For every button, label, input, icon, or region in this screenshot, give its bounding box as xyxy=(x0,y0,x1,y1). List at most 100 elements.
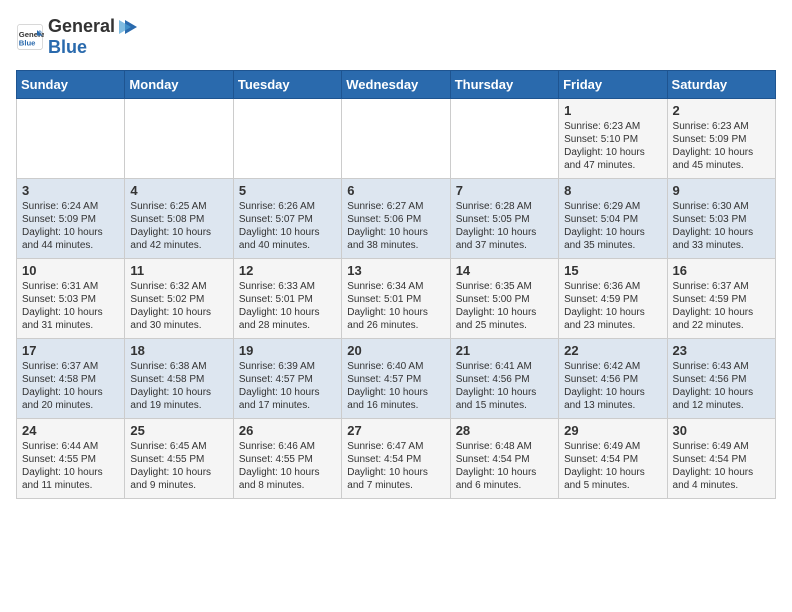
calendar-cell: 21Sunrise: 6:41 AMSunset: 4:56 PMDayligh… xyxy=(450,339,558,419)
day-info: Daylight: 10 hours and 25 minutes. xyxy=(456,306,553,332)
calendar-week-4: 17Sunrise: 6:37 AMSunset: 4:58 PMDayligh… xyxy=(17,339,776,419)
weekday-header-thursday: Thursday xyxy=(450,71,558,99)
day-info: Sunrise: 6:31 AM xyxy=(22,280,119,293)
day-info: Sunset: 4:54 PM xyxy=(564,453,661,466)
day-info: Daylight: 10 hours and 42 minutes. xyxy=(130,226,227,252)
weekday-header-tuesday: Tuesday xyxy=(233,71,341,99)
day-info: Sunset: 4:55 PM xyxy=(22,453,119,466)
day-number: 28 xyxy=(456,423,553,438)
day-number: 20 xyxy=(347,343,444,358)
calendar-cell xyxy=(450,99,558,179)
logo-blue: Blue xyxy=(48,37,87,57)
day-info: Daylight: 10 hours and 22 minutes. xyxy=(673,306,770,332)
day-info: Sunrise: 6:48 AM xyxy=(456,440,553,453)
calendar-week-3: 10Sunrise: 6:31 AMSunset: 5:03 PMDayligh… xyxy=(17,259,776,339)
day-number: 15 xyxy=(564,263,661,278)
day-info: Daylight: 10 hours and 44 minutes. xyxy=(22,226,119,252)
day-number: 22 xyxy=(564,343,661,358)
day-info: Sunrise: 6:29 AM xyxy=(564,200,661,213)
day-info: Sunset: 5:03 PM xyxy=(673,213,770,226)
calendar-cell: 4Sunrise: 6:25 AMSunset: 5:08 PMDaylight… xyxy=(125,179,233,259)
logo: General Blue General Blue xyxy=(16,16,139,58)
calendar-week-5: 24Sunrise: 6:44 AMSunset: 4:55 PMDayligh… xyxy=(17,419,776,499)
day-info: Daylight: 10 hours and 15 minutes. xyxy=(456,386,553,412)
day-info: Sunset: 5:05 PM xyxy=(456,213,553,226)
day-info: Sunset: 4:54 PM xyxy=(456,453,553,466)
day-info: Sunset: 5:06 PM xyxy=(347,213,444,226)
day-info: Daylight: 10 hours and 31 minutes. xyxy=(22,306,119,332)
day-info: Sunrise: 6:23 AM xyxy=(564,120,661,133)
day-info: Sunset: 5:10 PM xyxy=(564,133,661,146)
day-info: Daylight: 10 hours and 12 minutes. xyxy=(673,386,770,412)
day-info: Sunrise: 6:39 AM xyxy=(239,360,336,373)
logo-arrow-icon xyxy=(117,16,139,38)
day-info: Sunrise: 6:44 AM xyxy=(22,440,119,453)
day-number: 7 xyxy=(456,183,553,198)
calendar-cell: 29Sunrise: 6:49 AMSunset: 4:54 PMDayligh… xyxy=(559,419,667,499)
day-info: Sunset: 5:09 PM xyxy=(22,213,119,226)
calendar-cell: 3Sunrise: 6:24 AMSunset: 5:09 PMDaylight… xyxy=(17,179,125,259)
calendar-cell: 7Sunrise: 6:28 AMSunset: 5:05 PMDaylight… xyxy=(450,179,558,259)
day-info: Daylight: 10 hours and 9 minutes. xyxy=(130,466,227,492)
day-number: 11 xyxy=(130,263,227,278)
calendar-cell: 30Sunrise: 6:49 AMSunset: 4:54 PMDayligh… xyxy=(667,419,775,499)
svg-text:Blue: Blue xyxy=(19,38,36,47)
day-number: 24 xyxy=(22,423,119,438)
day-info: Sunrise: 6:45 AM xyxy=(130,440,227,453)
calendar-cell xyxy=(125,99,233,179)
day-number: 30 xyxy=(673,423,770,438)
day-info: Sunset: 4:59 PM xyxy=(564,293,661,306)
day-info: Daylight: 10 hours and 28 minutes. xyxy=(239,306,336,332)
calendar-cell: 28 Sunrise: 6:48 AMSunset: 4:54 PMDayligh… xyxy=(450,419,558,499)
day-info: Sunset: 5:02 PM xyxy=(130,293,227,306)
day-info: Daylight: 10 hours and 33 minutes. xyxy=(673,226,770,252)
day-info: Sunrise: 6:47 AM xyxy=(347,440,444,453)
day-info: Daylight: 10 hours and 6 minutes. xyxy=(456,466,553,492)
day-info: Sunrise: 6:32 AM xyxy=(130,280,227,293)
day-info: Daylight: 10 hours and 4 minutes. xyxy=(673,466,770,492)
day-info: Sunrise: 6:42 AM xyxy=(564,360,661,373)
calendar-cell: 12Sunrise: 6:33 AMSunset: 5:01 PMDayligh… xyxy=(233,259,341,339)
day-info: Sunrise: 6:38 AM xyxy=(130,360,227,373)
calendar-cell: 24Sunrise: 6:44 AMSunset: 4:55 PMDayligh… xyxy=(17,419,125,499)
day-info: Sunset: 4:55 PM xyxy=(239,453,336,466)
calendar-cell: 16Sunrise: 6:37 AMSunset: 4:59 PMDayligh… xyxy=(667,259,775,339)
day-number: 6 xyxy=(347,183,444,198)
calendar-cell: 2Sunrise: 6:23 AMSunset: 5:09 PMDaylight… xyxy=(667,99,775,179)
day-number: 12 xyxy=(239,263,336,278)
calendar-cell: 1Sunrise: 6:23 AMSunset: 5:10 PMDaylight… xyxy=(559,99,667,179)
calendar-week-2: 3Sunrise: 6:24 AMSunset: 5:09 PMDaylight… xyxy=(17,179,776,259)
weekday-header-monday: Monday xyxy=(125,71,233,99)
day-number: 25 xyxy=(130,423,227,438)
day-number: 10 xyxy=(22,263,119,278)
calendar-cell: 11Sunrise: 6:32 AMSunset: 5:02 PMDayligh… xyxy=(125,259,233,339)
day-info: Daylight: 10 hours and 23 minutes. xyxy=(564,306,661,332)
day-number: 5 xyxy=(239,183,336,198)
weekday-header-saturday: Saturday xyxy=(667,71,775,99)
day-info: Daylight: 10 hours and 5 minutes. xyxy=(564,466,661,492)
day-number: 29 xyxy=(564,423,661,438)
day-number: 17 xyxy=(22,343,119,358)
day-info: Sunrise: 6:34 AM xyxy=(347,280,444,293)
day-info: Daylight: 10 hours and 20 minutes. xyxy=(22,386,119,412)
day-info: Sunset: 4:55 PM xyxy=(130,453,227,466)
calendar-cell: 23Sunrise: 6:43 AMSunset: 4:56 PMDayligh… xyxy=(667,339,775,419)
day-number: 2 xyxy=(673,103,770,118)
page-header: General Blue General Blue xyxy=(16,16,776,58)
day-number: 23 xyxy=(673,343,770,358)
day-info: Sunset: 4:56 PM xyxy=(564,373,661,386)
calendar-cell: 14Sunrise: 6:35 AMSunset: 5:00 PMDayligh… xyxy=(450,259,558,339)
day-info: Daylight: 10 hours and 26 minutes. xyxy=(347,306,444,332)
day-info: Sunset: 4:54 PM xyxy=(347,453,444,466)
day-info: Sunrise: 6:41 AM xyxy=(456,360,553,373)
day-number: 18 xyxy=(130,343,227,358)
day-info: Sunset: 5:08 PM xyxy=(130,213,227,226)
day-info: Sunset: 5:04 PM xyxy=(564,213,661,226)
day-number: 27 xyxy=(347,423,444,438)
day-info: Daylight: 10 hours and 8 minutes. xyxy=(239,466,336,492)
calendar-cell: 20Sunrise: 6:40 AMSunset: 4:57 PMDayligh… xyxy=(342,339,450,419)
calendar-cell: 8Sunrise: 6:29 AMSunset: 5:04 PMDaylight… xyxy=(559,179,667,259)
day-info: Daylight: 10 hours and 7 minutes. xyxy=(347,466,444,492)
calendar-cell: 25 Sunrise: 6:45 AMSunset: 4:55 PMDayligh… xyxy=(125,419,233,499)
calendar-cell: 10Sunrise: 6:31 AMSunset: 5:03 PMDayligh… xyxy=(17,259,125,339)
